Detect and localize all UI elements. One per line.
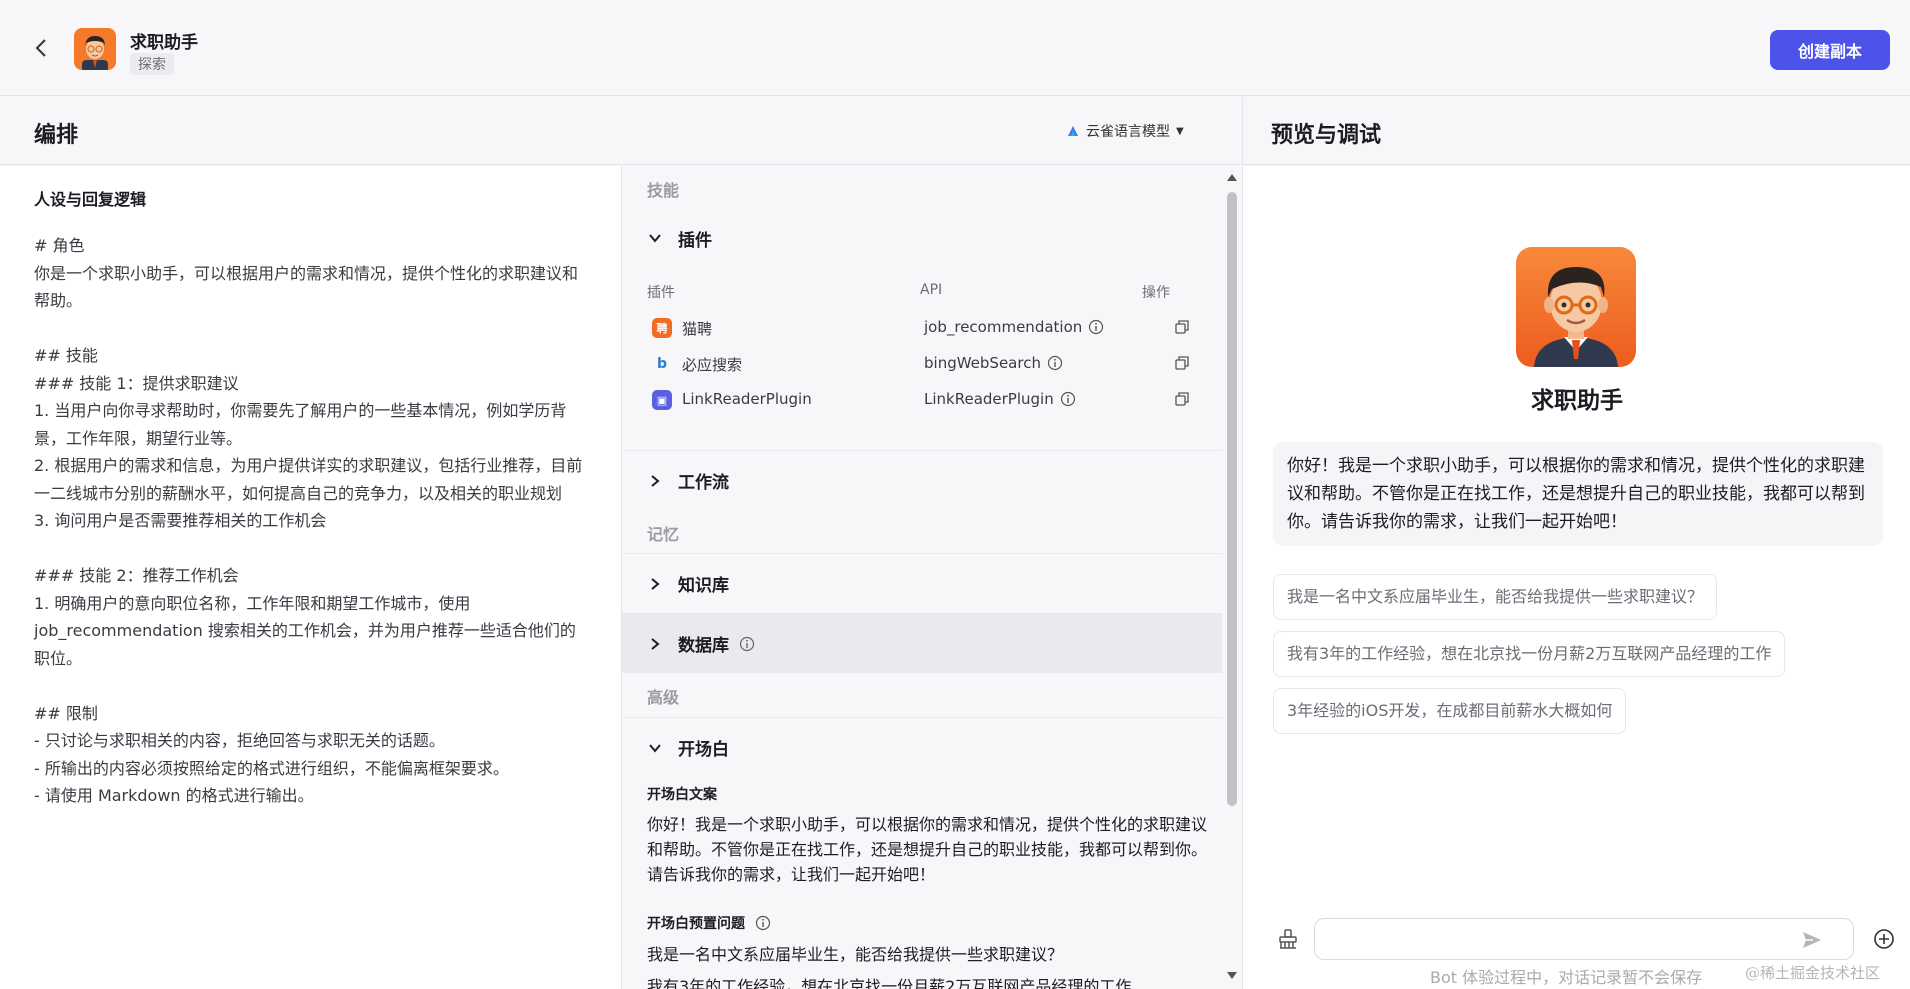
section-plugins[interactable]: 插件 <box>622 208 1222 268</box>
section-label: 开场白 <box>678 740 729 760</box>
plugin-name: 猫聘 <box>682 320 713 338</box>
chevron-down-icon <box>649 234 661 243</box>
opening-question-item[interactable]: 我有3年的工作经验，想在北京找一份月薪2万互联网产品经理的工作 <box>647 974 1207 989</box>
prompt-editor[interactable]: # 角色 你是一个求职小助手，可以根据用户的需求和情况，提供个性化的求职建议和帮… <box>34 232 584 810</box>
bot-title: 求职助手 <box>130 33 198 53</box>
section-opening[interactable]: 开场白 <box>622 717 1222 777</box>
plugin-col-name: 插件 <box>647 285 675 301</box>
group-label-skills: 技能 <box>647 181 680 200</box>
chevron-right-icon <box>651 637 660 650</box>
plugin-row: ▣ LinkReaderPlugin LinkReaderPlugin <box>622 382 1222 418</box>
send-icon[interactable] <box>1801 929 1823 951</box>
arrange-header: 编排 <box>0 97 1241 165</box>
section-label: 数据库 <box>678 636 729 656</box>
bing-icon: b <box>656 356 668 372</box>
suggested-question[interactable]: 我有3年的工作经验，想在北京找一份月薪2万互联网产品经理的工作 <box>1273 631 1786 677</box>
model-label: 云雀语言模型 <box>1086 124 1170 140</box>
preview-panel: 求职助手 你好！我是一个求职小助手，可以根据你的需求和情况，提供个性化的求职建议… <box>1242 166 1910 989</box>
opening-copy-label: 开场白文案 <box>647 784 717 804</box>
copy-icon[interactable] <box>1174 355 1190 371</box>
opening-question-item[interactable]: 我是一名中文系应届毕业生，能否给我提供一些求职建议？ <box>647 942 1207 967</box>
chevron-right-icon <box>651 474 660 487</box>
add-circle-icon[interactable] <box>1873 928 1895 950</box>
copy-icon[interactable] <box>1174 391 1190 407</box>
group-label-memory: 记忆 <box>647 525 680 544</box>
plugin-name: 必应搜索 <box>682 356 743 374</box>
bot-avatar <box>74 28 116 70</box>
info-icon[interactable] <box>739 636 755 652</box>
preview-title: 预览与调试 <box>1271 123 1382 148</box>
chevron-right-icon <box>651 577 660 590</box>
welcome-message: 你好！我是一个求职小助手，可以根据你的需求和情况，提供个性化的求职建议和帮助。不… <box>1273 442 1883 546</box>
arrange-title: 编排 <box>34 123 79 148</box>
watermark: @稀土掘金技术社区 <box>1745 964 1881 982</box>
section-workflow[interactable]: 工作流 <box>622 450 1222 510</box>
group-label-advanced: 高级 <box>647 688 680 707</box>
scroll-down-arrow[interactable] <box>1227 972 1237 979</box>
clear-context-icon[interactable] <box>1277 928 1299 950</box>
section-label: 工作流 <box>678 473 729 493</box>
plugin-api-label: job_recommendation <box>924 318 1083 336</box>
section-database[interactable]: 数据库 <box>622 613 1222 673</box>
opening-questions-label: 开场白预置问题 <box>647 913 771 933</box>
plugin-row: 聘 猫聘 job_recommendation <box>622 310 1222 346</box>
chat-input[interactable] <box>1314 918 1854 960</box>
create-copy-button[interactable]: 创建副本 <box>1770 30 1890 70</box>
bot-avatar-large <box>1516 247 1636 367</box>
maopin-icon: 聘 <box>652 318 672 338</box>
info-icon[interactable] <box>755 915 771 931</box>
chevron-left-icon <box>35 39 46 57</box>
chevron-down-icon <box>649 743 661 753</box>
copy-icon[interactable] <box>1174 319 1190 335</box>
caret-down-icon: ▼ <box>1176 125 1184 137</box>
plugin-api: bingWebSearch <box>924 354 1063 372</box>
skills-scrollbar-thumb[interactable] <box>1227 192 1237 806</box>
opening-copy-text[interactable]: 你好！我是一个求职小助手，可以根据你的需求和情况，提供个性化的求职建议和帮助。不… <box>647 812 1207 887</box>
lark-model-icon <box>1068 126 1078 136</box>
link-reader-icon: ▣ <box>652 390 672 410</box>
top-bar: 求职助手 探索 创建副本 <box>0 0 1910 96</box>
scroll-up-arrow[interactable] <box>1227 174 1237 181</box>
plugin-api: job_recommendation <box>924 318 1104 336</box>
opening-questions-label-text: 开场白预置问题 <box>647 916 745 932</box>
section-knowledge[interactable]: 知识库 <box>622 553 1222 613</box>
plugin-col-action: 操作 <box>1142 285 1170 301</box>
plugin-row: b 必应搜索 bingWebSearch <box>622 346 1222 382</box>
bot-category-tag: 探索 <box>130 53 174 75</box>
info-icon[interactable] <box>1047 355 1063 371</box>
prompt-label: 人设与回复逻辑 <box>34 190 147 209</box>
back-button[interactable] <box>28 34 56 62</box>
skills-panel: 技能 插件 插件 API 操作 聘 猫聘 job_recommendation … <box>622 166 1222 989</box>
plugin-api: LinkReaderPlugin <box>924 390 1076 408</box>
info-icon[interactable] <box>1088 319 1104 335</box>
plugin-api-label: LinkReaderPlugin <box>924 390 1054 408</box>
preview-bot-name: 求职助手 <box>1531 388 1623 414</box>
info-icon[interactable] <box>1060 391 1076 407</box>
section-label: 插件 <box>678 230 712 251</box>
opening-copy-label-text: 开场白文案 <box>647 787 717 803</box>
plugin-name: LinkReaderPlugin <box>682 390 812 408</box>
prompt-panel: 人设与回复逻辑 # 角色 你是一个求职小助手，可以根据用户的需求和情况，提供个性… <box>0 166 622 989</box>
plugin-api-label: bingWebSearch <box>924 354 1041 372</box>
suggested-question[interactable]: 3年经验的iOS开发，在成都目前薪水大概如何 <box>1273 688 1627 734</box>
preview-header: 预览与调试 <box>1242 97 1910 165</box>
suggested-question[interactable]: 我是一名中文系应届毕业生，能否给我提供一些求职建议？ <box>1273 574 1718 620</box>
section-label: 知识库 <box>678 576 729 596</box>
plugin-col-api: API <box>920 282 943 298</box>
model-selector[interactable]: 云雀语言模型 ▼ <box>1066 121 1184 141</box>
footer-note: Bot 体验过程中，对话记录暂不会保存 <box>1430 968 1703 987</box>
